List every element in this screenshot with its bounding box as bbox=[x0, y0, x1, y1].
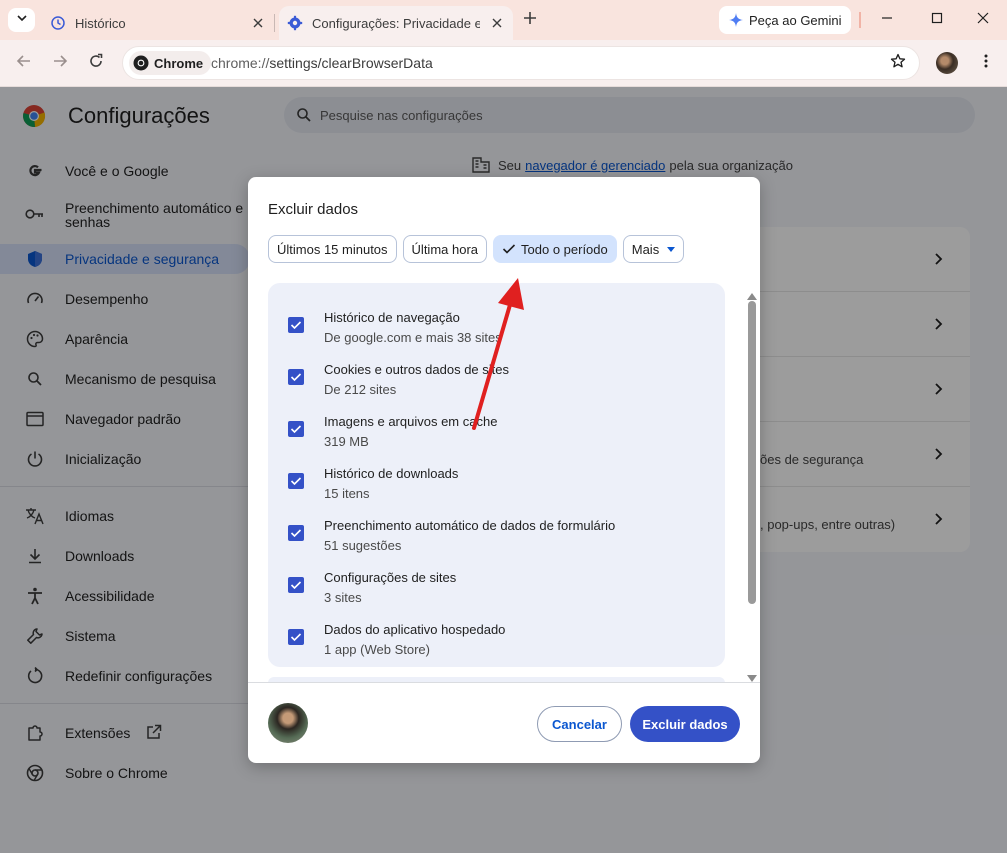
tab-divider bbox=[274, 14, 275, 32]
tab-settings[interactable]: Configurações: Privacidade e segurança bbox=[279, 6, 513, 40]
range-all-time[interactable]: Todo o período bbox=[493, 235, 617, 263]
scroll-down-arrow[interactable] bbox=[747, 670, 757, 682]
item-detail: 3 sites bbox=[324, 590, 362, 605]
clear-browsing-data-dialog: Excluir dados Últimos 15 minutos Última … bbox=[248, 177, 760, 763]
list-item[interactable]: Cookies e outros dados de sites De 212 s… bbox=[268, 349, 725, 401]
list-item[interactable]: Histórico de downloads 15 itens bbox=[268, 453, 725, 505]
gear-icon bbox=[287, 15, 303, 31]
tab-strip: Histórico Configurações: Privacidade e s… bbox=[0, 0, 1007, 40]
list-item[interactable]: Preenchimento automático de dados de for… bbox=[268, 505, 725, 557]
profile-avatar[interactable] bbox=[936, 52, 958, 74]
new-tab-button[interactable] bbox=[520, 10, 540, 30]
range-label: Últimos 15 minutos bbox=[277, 241, 388, 257]
tab-history[interactable]: Histórico bbox=[42, 6, 274, 40]
item-title: Dados do aplicativo hospedado bbox=[324, 622, 506, 637]
cancel-label: Cancelar bbox=[552, 716, 607, 732]
arrow-right-icon bbox=[52, 53, 68, 74]
item-title: Cookies e outros dados de sites bbox=[324, 362, 509, 377]
back-button[interactable] bbox=[14, 53, 34, 73]
close-icon bbox=[977, 11, 989, 29]
minimize-icon bbox=[881, 11, 893, 29]
close-window-button[interactable] bbox=[973, 10, 993, 30]
item-title: Preenchimento automático de dados de for… bbox=[324, 518, 616, 533]
range-label: Última hora bbox=[411, 241, 479, 257]
list-item[interactable]: Configurações de sites 3 sites bbox=[268, 557, 725, 609]
delete-data-button[interactable]: Excluir dados bbox=[630, 706, 740, 742]
site-chip-label: Chrome bbox=[154, 55, 204, 71]
checkbox-checked[interactable] bbox=[288, 629, 304, 645]
maximize-button[interactable] bbox=[927, 10, 947, 30]
history-icon bbox=[50, 15, 66, 31]
site-info-chip[interactable]: Chrome bbox=[129, 51, 212, 75]
more-vert-icon bbox=[984, 54, 988, 73]
item-detail: 15 itens bbox=[324, 486, 370, 501]
dialog-title: Excluir dados bbox=[268, 201, 359, 218]
plus-icon bbox=[523, 11, 537, 30]
tab-search-button[interactable] bbox=[8, 8, 35, 32]
item-title: Imagens e arquivos em cache bbox=[324, 414, 498, 429]
ask-gemini-button[interactable]: Peça ao Gemini bbox=[719, 6, 851, 34]
account-avatar bbox=[268, 703, 308, 743]
checkbox-checked[interactable] bbox=[288, 525, 304, 541]
url-text[interactable]: chrome://settings/clearBrowserData bbox=[211, 55, 433, 71]
chrome-icon bbox=[133, 55, 149, 71]
time-range-selector: Últimos 15 minutos Última hora Todo o pe… bbox=[268, 235, 685, 263]
maximize-icon bbox=[931, 11, 943, 29]
reload-icon bbox=[88, 53, 104, 74]
browser-toolbar: Chrome chrome://settings/clearBrowserDat… bbox=[0, 40, 1007, 87]
gemini-label: Peça ao Gemini bbox=[749, 12, 842, 28]
url-path: settings/clearBrowserData bbox=[269, 55, 433, 71]
gemini-sparkle-icon bbox=[729, 13, 743, 27]
toolbar-divider bbox=[859, 12, 861, 28]
address-bar[interactable]: Chrome chrome://settings/clearBrowserDat… bbox=[122, 46, 920, 80]
checkbox-checked[interactable] bbox=[288, 421, 304, 437]
item-title: Histórico de navegação bbox=[324, 310, 460, 325]
menu-button[interactable] bbox=[976, 53, 996, 73]
dialog-divider bbox=[248, 682, 760, 683]
checkbox-checked[interactable] bbox=[288, 473, 304, 489]
reload-button[interactable] bbox=[86, 53, 106, 73]
minimize-button[interactable] bbox=[877, 10, 897, 30]
list-item[interactable]: Dados do aplicativo hospedado 1 app (Web… bbox=[268, 609, 725, 661]
range-label: Mais bbox=[631, 241, 660, 257]
list-item[interactable]: Histórico de navegação De google.com e m… bbox=[268, 297, 725, 349]
item-detail: 319 MB bbox=[324, 434, 369, 449]
tab-settings-title: Configurações: Privacidade e segurança bbox=[312, 15, 480, 31]
delete-label: Excluir dados bbox=[642, 716, 728, 732]
caret-down-icon bbox=[667, 246, 676, 252]
scroll-up-arrow[interactable] bbox=[747, 287, 757, 300]
range-more-dropdown[interactable]: Mais bbox=[622, 235, 685, 263]
cancel-button[interactable]: Cancelar bbox=[537, 706, 622, 742]
item-detail: 51 sugestões bbox=[324, 538, 402, 553]
item-detail: 1 app (Web Store) bbox=[324, 642, 430, 657]
list-item[interactable]: Imagens e arquivos em cache 319 MB bbox=[268, 401, 725, 453]
checkbox-checked[interactable] bbox=[288, 317, 304, 333]
range-last-15-minutes[interactable]: Últimos 15 minutos bbox=[268, 235, 397, 263]
item-detail: De google.com e mais 38 sites bbox=[324, 330, 502, 345]
item-title: Configurações de sites bbox=[324, 570, 457, 585]
url-scheme: chrome:// bbox=[211, 55, 270, 71]
range-label: Todo o período bbox=[521, 241, 608, 257]
close-tab-icon[interactable] bbox=[250, 15, 266, 31]
chevron-down-icon bbox=[16, 11, 28, 29]
checkbox-checked[interactable] bbox=[288, 577, 304, 593]
data-types-list: Histórico de navegação De google.com e m… bbox=[268, 283, 725, 667]
item-detail: De 212 sites bbox=[324, 382, 397, 397]
forward-button[interactable] bbox=[50, 53, 70, 73]
bookmark-button[interactable] bbox=[889, 53, 907, 74]
range-last-hour[interactable]: Última hora bbox=[402, 235, 488, 263]
tab-history-title: Histórico bbox=[75, 15, 126, 31]
checkmark-icon bbox=[502, 243, 516, 255]
close-tab-icon[interactable] bbox=[489, 15, 505, 31]
item-title: Histórico de downloads bbox=[324, 466, 459, 481]
scrollbar-thumb[interactable] bbox=[748, 301, 756, 604]
star-icon bbox=[890, 53, 906, 74]
arrow-left-icon bbox=[16, 53, 32, 74]
checkbox-checked[interactable] bbox=[288, 369, 304, 385]
